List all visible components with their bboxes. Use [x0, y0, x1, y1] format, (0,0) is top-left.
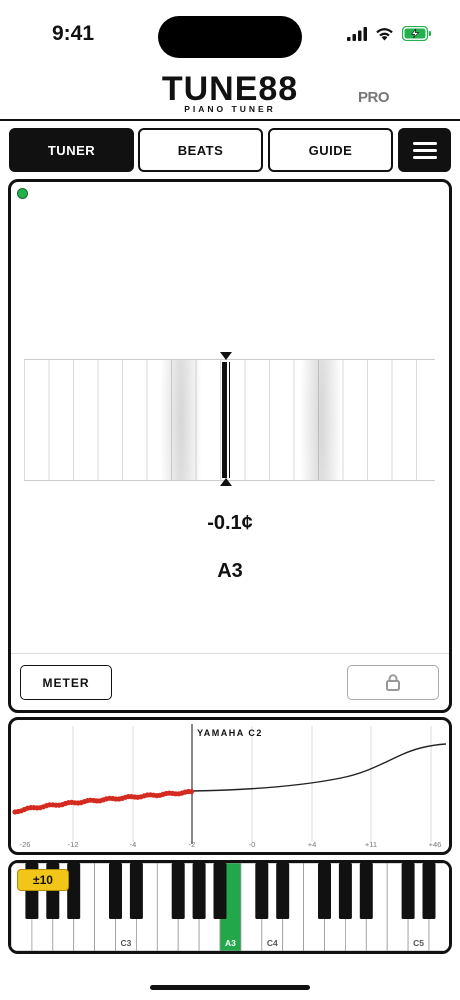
- app-logo: TUNE88 PIANO TUNER: [0, 72, 460, 114]
- lock-icon: [386, 674, 400, 691]
- black-key[interactable]: [338, 863, 352, 919]
- tick-label: -26: [20, 840, 31, 849]
- black-key[interactable]: [276, 863, 290, 919]
- tick-label: -12: [68, 840, 79, 849]
- key-label: C4: [267, 938, 278, 948]
- tab-guide[interactable]: GUIDE: [268, 128, 393, 172]
- piano-model-label: YAMAHA C2: [197, 728, 263, 738]
- key-label: C3: [121, 938, 132, 948]
- black-key[interactable]: [359, 863, 373, 919]
- pro-badge: PRO: [358, 89, 390, 106]
- black-key[interactable]: [401, 863, 415, 919]
- range-badge[interactable]: ±10: [17, 869, 69, 891]
- black-key[interactable]: [192, 863, 206, 919]
- needle-bottom-marker: [220, 478, 232, 486]
- dynamic-island: [158, 16, 302, 58]
- black-key[interactable]: [171, 863, 185, 919]
- menu-button[interactable]: [398, 128, 451, 172]
- hamburger-icon: [412, 138, 437, 163]
- black-key[interactable]: [318, 863, 331, 919]
- header-divider: [0, 119, 460, 121]
- meter-button[interactable]: METER: [20, 665, 112, 700]
- tick-label: -4: [130, 840, 137, 849]
- tick-label: -2: [189, 840, 196, 849]
- piano-keyboard: C3 A3 C4 C5: [8, 860, 452, 954]
- wifi-icon: [376, 27, 393, 40]
- logo-subtitle: PIANO TUNER: [184, 104, 276, 114]
- cents-readout: -0.1¢: [207, 512, 253, 534]
- target-curve-line: [191, 743, 447, 792]
- tick-label: +46: [429, 840, 442, 849]
- signal-icon: [347, 26, 367, 41]
- panel-divider: [11, 653, 449, 654]
- black-key[interactable]: [67, 863, 81, 919]
- battery-charging-icon: [402, 26, 431, 41]
- tuning-needle-guide: [229, 362, 230, 478]
- tab-beats[interactable]: BEATS: [138, 128, 263, 172]
- black-key[interactable]: [213, 863, 227, 919]
- status-icons: [347, 26, 432, 41]
- tick-label: +11: [365, 840, 377, 849]
- key-label: A3: [225, 938, 236, 948]
- lock-button[interactable]: [347, 665, 439, 700]
- black-key[interactable]: [109, 863, 122, 919]
- tick-label: -0: [249, 840, 256, 849]
- tick-label: +4: [308, 840, 317, 849]
- black-key[interactable]: [255, 863, 269, 919]
- keyboard-keys: C3 A3 C4 C5: [11, 863, 449, 951]
- home-indicator: [150, 985, 310, 990]
- key-label: C5: [413, 938, 424, 948]
- measured-points: [12, 788, 194, 815]
- tuning-needle: [222, 362, 227, 478]
- logo-title: TUNE88: [161, 70, 299, 108]
- black-key[interactable]: [129, 863, 143, 919]
- note-readout: A3: [217, 560, 243, 582]
- black-key[interactable]: [422, 863, 436, 919]
- curve-gridlines: [72, 726, 432, 842]
- tuning-curve: -26 -12 -4 -2 -0 +4 +11 +46: [12, 724, 447, 849]
- status-time: 9:41: [52, 22, 95, 45]
- measured-point: [188, 789, 194, 795]
- needle-top-marker: [220, 352, 232, 360]
- signal-indicator: [17, 188, 28, 199]
- tab-tuner[interactable]: TUNER: [9, 128, 134, 172]
